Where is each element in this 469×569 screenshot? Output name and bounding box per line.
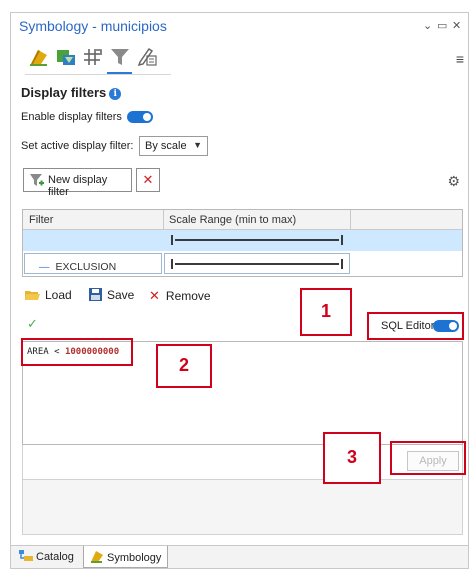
remove-label: Remove (165, 289, 211, 303)
table-row[interactable] (23, 230, 462, 251)
remove-button[interactable]: ✕ Remove (149, 288, 211, 304)
pane-title: Symbology - municipios (19, 18, 167, 34)
symbol-layer-drawing-icon (84, 49, 102, 65)
column-header-filter[interactable]: Filter (29, 214, 53, 226)
close-icon[interactable]: ✕ (452, 19, 461, 32)
range-line (175, 263, 339, 265)
display-filters-title: Display filters (21, 85, 107, 100)
bottom-tab-strip: Catalog Symbology (11, 545, 468, 568)
save-button[interactable]: Save (89, 288, 134, 302)
symbology-pane: Symbology - municipios ⌄ ▭ ✕ ≡ Display f… (10, 12, 469, 569)
save-icon (89, 288, 102, 301)
symbology-tab-label: Symbology (107, 552, 162, 564)
table-row[interactable]: — EXCLUSION (23, 251, 462, 276)
tab-symbology[interactable]: Symbology (83, 546, 169, 568)
active-filter-select[interactable]: By scale ▼ (139, 136, 208, 156)
filter-name-cell[interactable]: — EXCLUSION (24, 253, 162, 274)
restore-icon[interactable]: ▭ (437, 19, 447, 32)
dropdown-chevron-icon[interactable]: ⌄ (423, 19, 432, 32)
tab-catalog[interactable]: Catalog (13, 546, 80, 568)
range-max-handle[interactable] (341, 259, 343, 269)
enable-display-filters-label: Enable display filters (21, 111, 122, 123)
remove-icon: ✕ (149, 288, 160, 303)
exclusion-filter-label: — EXCLUSION (39, 261, 116, 273)
column-divider (163, 210, 164, 230)
delete-filter-button[interactable]: ✕ (136, 168, 160, 192)
annotation-box-sql-expression (21, 338, 133, 366)
info-icon[interactable]: i (109, 88, 122, 100)
annotation-number-1: 1 (300, 288, 352, 336)
annotation-box-sql-editor (367, 312, 464, 340)
active-filter-label: Set active display filter: (21, 140, 134, 152)
range-min-handle[interactable] (171, 235, 173, 245)
chevron-down-icon: ▼ (193, 140, 202, 150)
empty-panel (22, 479, 463, 535)
tab-display-filters[interactable] (106, 45, 133, 74)
column-header-scale-range[interactable]: Scale Range (min to max) (169, 214, 296, 226)
folder-icon (25, 291, 40, 300)
filter-name-text: EXCLUSION (55, 261, 117, 273)
tab-symbol-layer-drawing[interactable] (79, 45, 106, 71)
annotation-number-2: 2 (156, 344, 212, 388)
new-filter-icon (30, 174, 44, 186)
symbology-tabs (25, 45, 160, 74)
vary-symbology-icon (57, 50, 75, 65)
dash-icon: — (39, 261, 50, 273)
pane-titlebar: Symbology - municipios ⌄ ▭ ✕ (11, 13, 468, 41)
annotation-box-apply (390, 441, 466, 475)
label-classes-icon (137, 47, 157, 67)
catalog-icon (19, 550, 33, 561)
active-filter-value: By scale (145, 140, 187, 152)
new-display-filter-button[interactable]: New display filter (23, 168, 132, 198)
scale-range-cell[interactable] (164, 253, 350, 274)
new-display-filter-label: New display filter (48, 174, 108, 198)
catalog-tab-label: Catalog (36, 551, 74, 563)
load-label: Load (45, 288, 72, 302)
range-max-handle[interactable] (341, 235, 343, 245)
tab-underline (25, 74, 171, 75)
delete-icon: ✕ (142, 172, 154, 187)
save-label: Save (107, 288, 135, 302)
table-header: Filter Scale Range (min to max) (23, 210, 462, 230)
display-filters-heading: Display filters i (21, 85, 122, 100)
gear-icon[interactable]: ⚙ (447, 173, 460, 190)
range-min-handle[interactable] (171, 259, 173, 269)
load-button[interactable]: Load (25, 288, 72, 302)
enable-display-filters-toggle[interactable] (127, 111, 153, 123)
display-filters-table: Filter Scale Range (min to max) — EXCLUSI… (22, 209, 463, 277)
symbology-icon (91, 551, 103, 563)
checkmark-icon: ✓ (27, 316, 38, 331)
annotation-number-3: 3 (323, 432, 381, 484)
display-filter-icon (111, 49, 129, 65)
scale-range-slider[interactable] (171, 235, 343, 245)
tab-label-classes[interactable] (133, 45, 160, 71)
range-line (175, 239, 339, 241)
scale-range-slider[interactable] (171, 259, 343, 269)
primary-symbology-icon (30, 50, 47, 66)
column-divider (350, 210, 351, 230)
tab-primary-symbology[interactable] (25, 45, 52, 71)
pane-menu-icon[interactable]: ≡ (456, 51, 464, 67)
tab-vary-symbology[interactable] (52, 45, 79, 71)
